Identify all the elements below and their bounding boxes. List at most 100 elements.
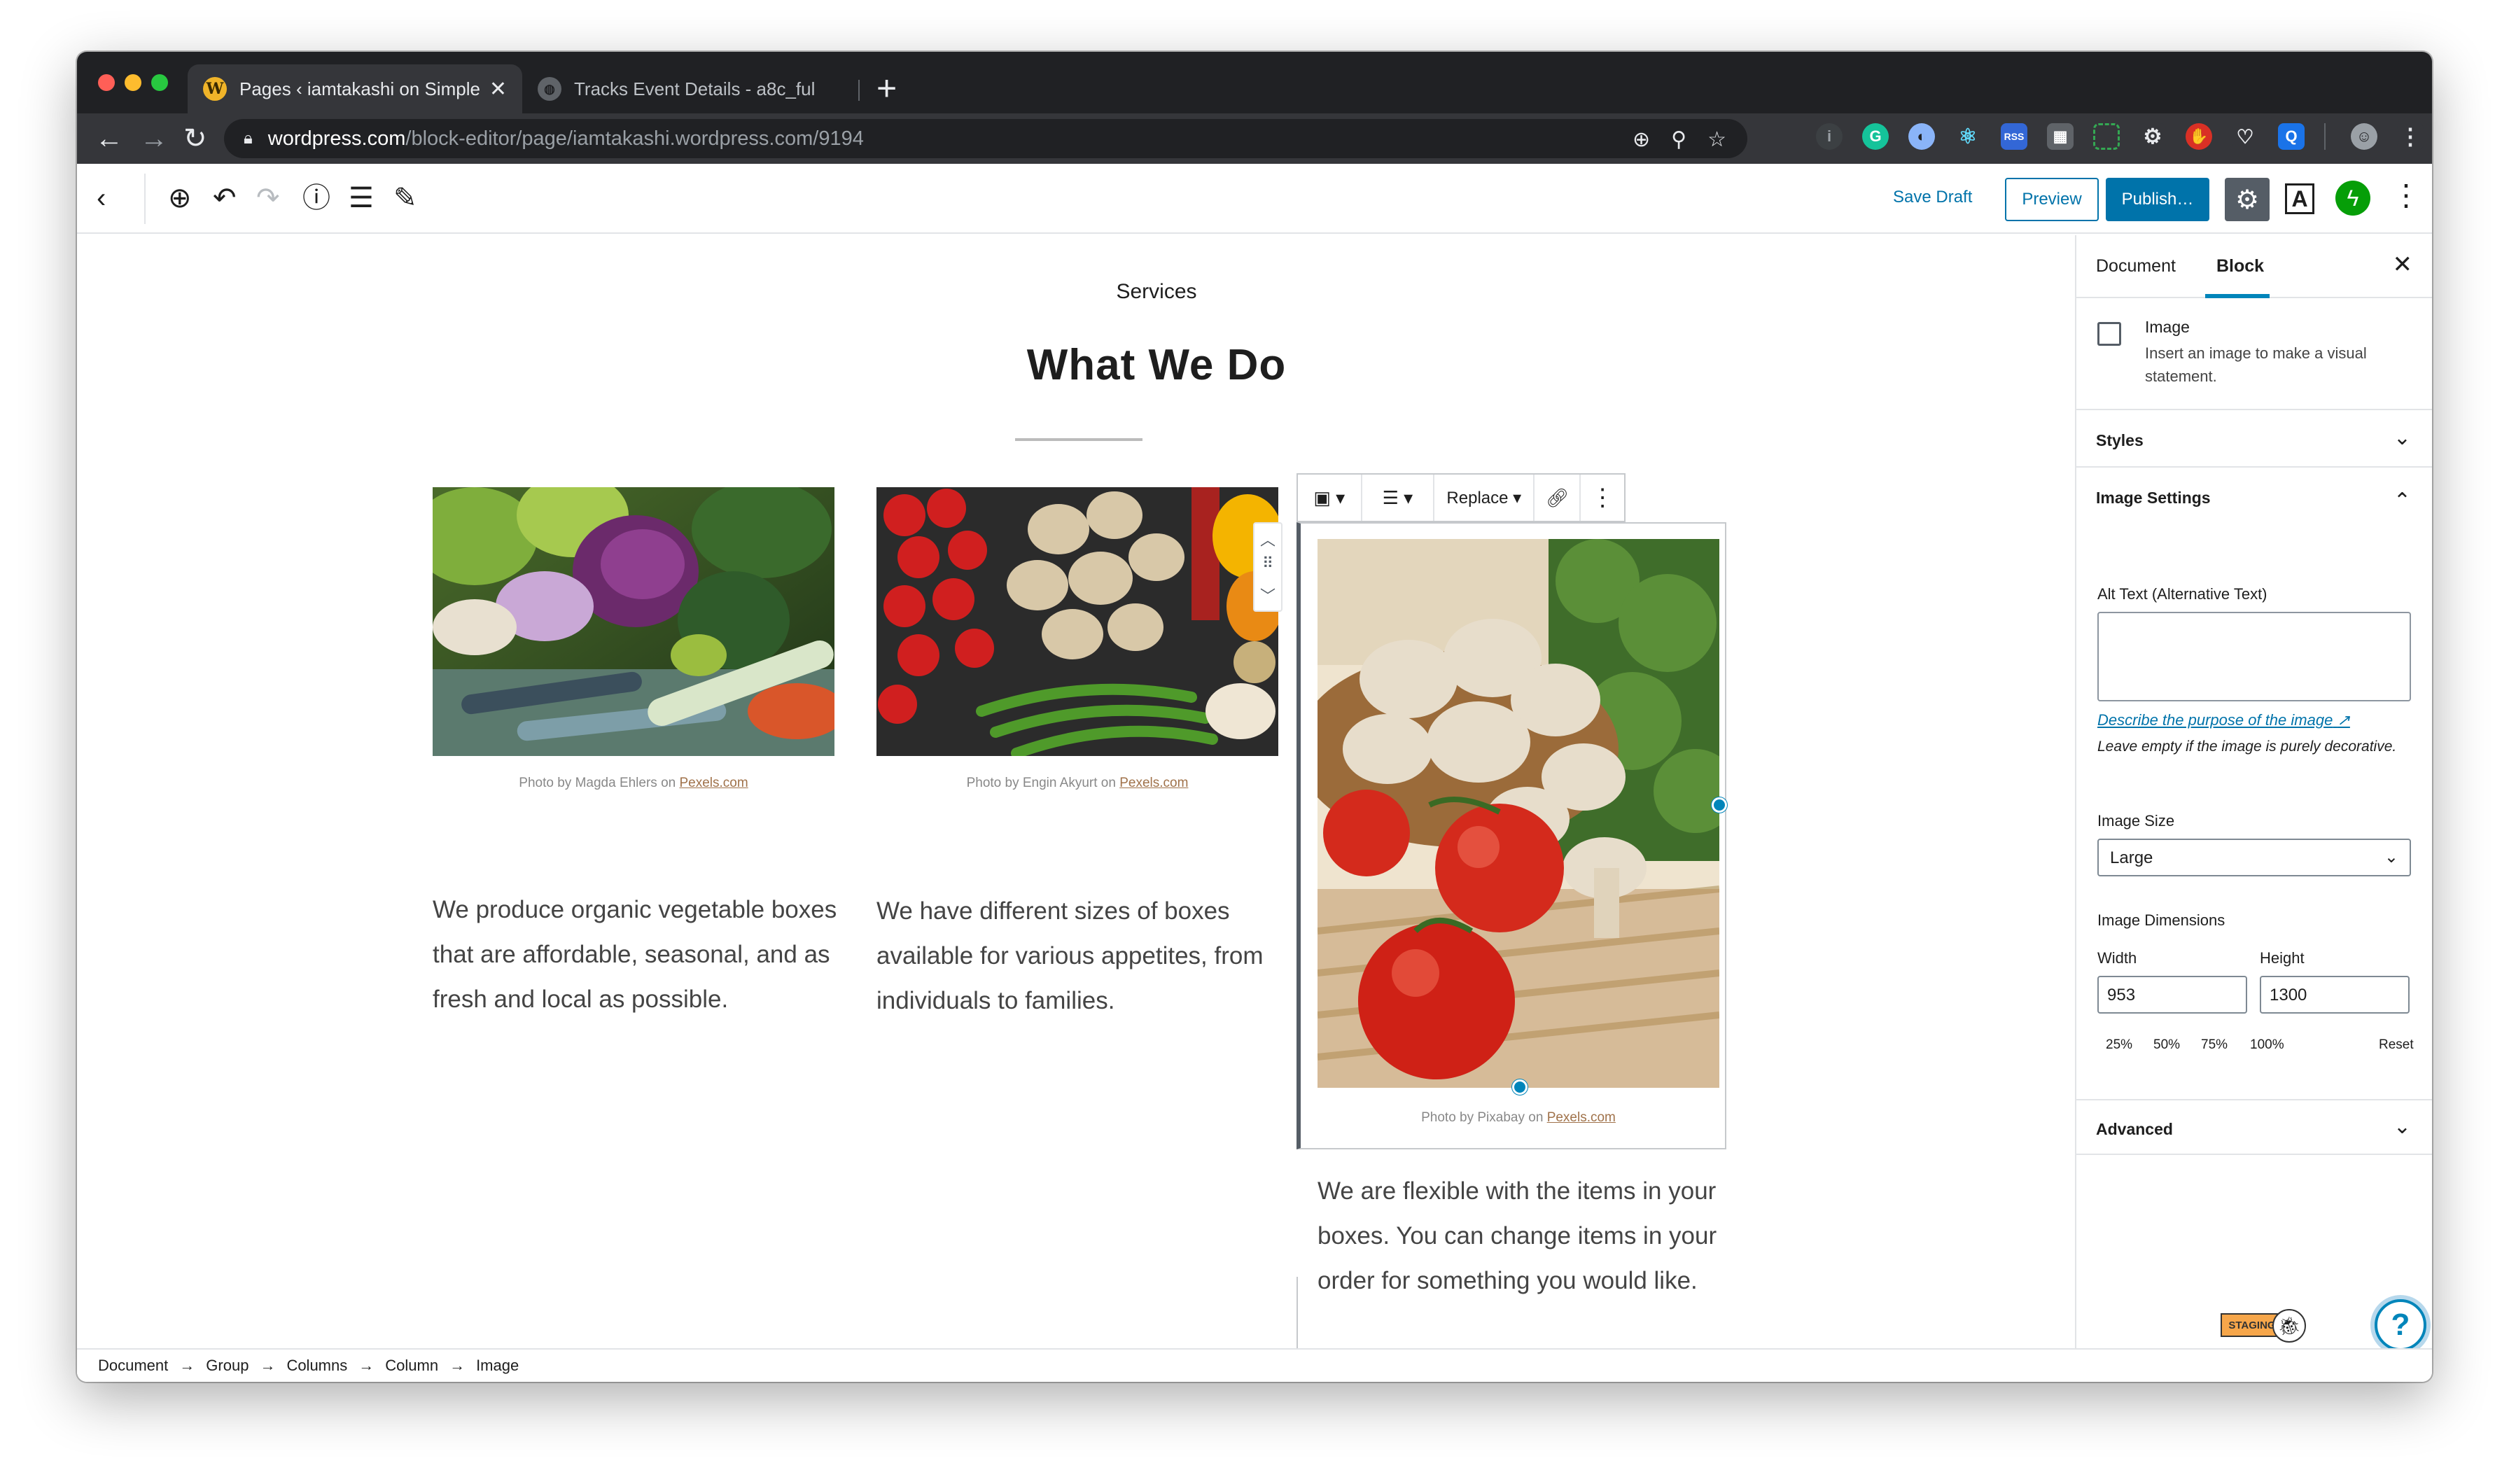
forward-icon[interactable]: →	[140, 123, 168, 154]
alt-text-label: Alt Text (Alternative Text)	[2097, 585, 2267, 603]
close-window-button[interactable]	[98, 74, 115, 91]
url-bar[interactable]: 🔒︎ wordpress.com /block-editor/page/iamt…	[224, 119, 1747, 158]
change-block-type-icon[interactable]: ▣ ▾	[1298, 475, 1362, 521]
block-name: Image	[2145, 318, 2190, 336]
tab-pages[interactable]: W Pages ‹ iamtakashi on Simple - ✕	[188, 64, 522, 113]
image-size-select[interactable]: Large ⌄	[2097, 839, 2411, 876]
resize-handle-bottom[interactable]	[1512, 1079, 1528, 1095]
pocket-extension-icon[interactable]: ♡	[2232, 123, 2258, 150]
image-settings-panel-toggle[interactable]: Image Settings ⌃	[2076, 469, 2432, 525]
caption-link[interactable]: Pexels.com	[680, 776, 748, 790]
breadcrumb-column[interactable]: Column	[385, 1357, 438, 1375]
amp-icon[interactable]: A	[2285, 183, 2314, 214]
q-extension-icon[interactable]: Q	[2278, 123, 2305, 150]
column-text[interactable]: We have different sizes of boxes availab…	[876, 889, 1290, 1023]
breadcrumb-columns[interactable]: Columns	[286, 1357, 347, 1375]
tab-document[interactable]: Document	[2096, 256, 2176, 276]
reload-icon[interactable]: ↻	[183, 123, 207, 154]
new-tab-button[interactable]: +	[876, 67, 897, 109]
settings-gear-icon[interactable]: ⚙	[2225, 178, 2270, 221]
tab-block[interactable]: Block	[2216, 256, 2264, 276]
alt-text-field[interactable]	[2097, 612, 2411, 701]
mushrooms-basket-image[interactable]	[1318, 539, 1719, 1088]
bookmark-star-icon[interactable]: ☆	[1707, 127, 1726, 152]
vegetables-image[interactable]	[433, 487, 834, 756]
height-input[interactable]: 1300	[2260, 976, 2410, 1014]
scale-75-button[interactable]: 75%	[2201, 1037, 2228, 1053]
caption-link[interactable]: Pexels.com	[1547, 1110, 1616, 1125]
breadcrumb-image[interactable]: Image	[476, 1357, 519, 1375]
image-extension-icon[interactable]: ▦	[2047, 123, 2074, 150]
alt-text-help-link[interactable]: Describe the purpose of the image ↗	[2097, 711, 2350, 729]
section-kicker[interactable]: Services	[995, 280, 1318, 304]
image-caption[interactable]: Photo by Magda Ehlers on Pexels.com	[433, 776, 834, 791]
move-up-icon[interactable]: ︿	[1254, 528, 1281, 550]
advanced-panel-toggle[interactable]: Advanced ⌄	[2076, 1099, 2432, 1155]
tab-tracks[interactable]: ◍ Tracks Event Details - a8c_full_	[522, 64, 830, 113]
move-down-icon[interactable]: ﹀	[1254, 584, 1281, 606]
drag-handle-icon[interactable]: ⠿	[1254, 554, 1281, 573]
more-options-icon[interactable]: ⋮	[1581, 475, 1624, 521]
resize-handle-right[interactable]	[1712, 797, 1727, 813]
outline-icon[interactable]: ☰	[349, 181, 374, 216]
replace-button[interactable]: Replace ▾	[1434, 475, 1535, 521]
panel-title: Advanced	[2096, 1120, 2173, 1138]
extension-icon[interactable]: ◐	[1908, 123, 1935, 150]
image-caption[interactable]: Photo by Pixabay on Pexels.com	[1318, 1110, 1719, 1126]
bug-report-icon[interactable]: 🐞︎	[2272, 1309, 2306, 1343]
caption-text: Photo by Magda Ehlers on	[519, 776, 680, 790]
caption-link[interactable]: Pexels.com	[1119, 776, 1188, 790]
edit-pencil-icon[interactable]: ✎	[393, 181, 417, 216]
block-mover: ︿ ⠿ ﹀	[1253, 522, 1283, 612]
minimize-window-button[interactable]	[125, 74, 141, 91]
reset-button[interactable]: Reset	[2379, 1037, 2414, 1053]
help-button[interactable]: ?	[2375, 1299, 2426, 1351]
back-to-dashboard-icon[interactable]: ‹	[97, 181, 106, 216]
separator[interactable]	[1015, 438, 1142, 441]
add-block-icon[interactable]: ⊕	[168, 181, 192, 216]
zoom-window-button[interactable]	[151, 74, 168, 91]
arrow-right-icon: →	[449, 1357, 466, 1374]
external-link-icon: ↗	[2337, 711, 2350, 729]
column-text[interactable]: We produce organic vegetable boxes that …	[433, 888, 853, 1022]
grammarly-extension-icon[interactable]: G	[1862, 123, 1889, 150]
gear-extension-icon[interactable]: ⚙	[2139, 123, 2166, 150]
stop-extension-icon[interactable]: ✋	[2186, 123, 2212, 150]
zoom-icon[interactable]: ⚲	[1671, 127, 1686, 152]
redo-icon[interactable]: ↷	[256, 181, 280, 216]
info-icon[interactable]: ⓘ	[302, 181, 330, 216]
more-options-icon[interactable]: ⋮	[2391, 178, 2421, 212]
breadcrumb-group[interactable]: Group	[206, 1357, 249, 1375]
undo-icon[interactable]: ↶	[213, 181, 237, 216]
preview-button[interactable]: Preview	[2005, 178, 2099, 221]
browser-menu-icon[interactable]: ⋮	[2397, 123, 2424, 150]
close-icon[interactable]: ✕	[2393, 251, 2413, 279]
editor-canvas: Services What We Do Photo by Magda Ehler…	[77, 235, 2075, 1382]
scale-50-button[interactable]: 50%	[2153, 1037, 2180, 1053]
scale-25-button[interactable]: 25%	[2106, 1037, 2132, 1053]
wordpress-icon: W	[203, 77, 227, 101]
save-draft-button[interactable]: Save Draft	[1893, 188, 1972, 207]
scale-100-button[interactable]: 100%	[2250, 1037, 2284, 1053]
back-icon[interactable]: ←	[95, 123, 123, 154]
styles-panel-toggle[interactable]: Styles ⌄	[2076, 412, 2432, 468]
publish-button[interactable]: Publish…	[2106, 178, 2209, 221]
info-extension-icon[interactable]: i	[1816, 123, 1843, 150]
selection-extension-icon[interactable]	[2093, 123, 2120, 150]
avatar[interactable]: ☺	[2351, 123, 2377, 150]
tab-close-icon[interactable]: ✕	[489, 77, 507, 102]
jetpack-icon[interactable]: ϟ	[2335, 181, 2370, 216]
align-icon[interactable]: ☰ ▾	[1362, 475, 1435, 521]
css-extension-icon[interactable]: RSS	[2001, 123, 2027, 150]
page-heading[interactable]: What We Do	[876, 340, 1437, 390]
breadcrumb-document[interactable]: Document	[98, 1357, 168, 1375]
react-extension-icon[interactable]: ⚛	[1955, 123, 1981, 150]
link-icon[interactable]: 🔗︎	[1535, 475, 1581, 521]
column-text[interactable]: We are flexible with the items in your b…	[1318, 1169, 1738, 1303]
block-breadcrumb-bar: Document → Group → Columns → Column → Im…	[77, 1348, 2432, 1382]
add-icon[interactable]: ⊕	[1633, 127, 1650, 152]
image-caption[interactable]: Photo by Engin Akyurt on Pexels.com	[876, 776, 1278, 791]
width-input[interactable]: 953	[2097, 976, 2247, 1014]
mushrooms-tomatoes-image[interactable]	[876, 487, 1278, 756]
panel-title: Image Settings	[2096, 489, 2211, 507]
